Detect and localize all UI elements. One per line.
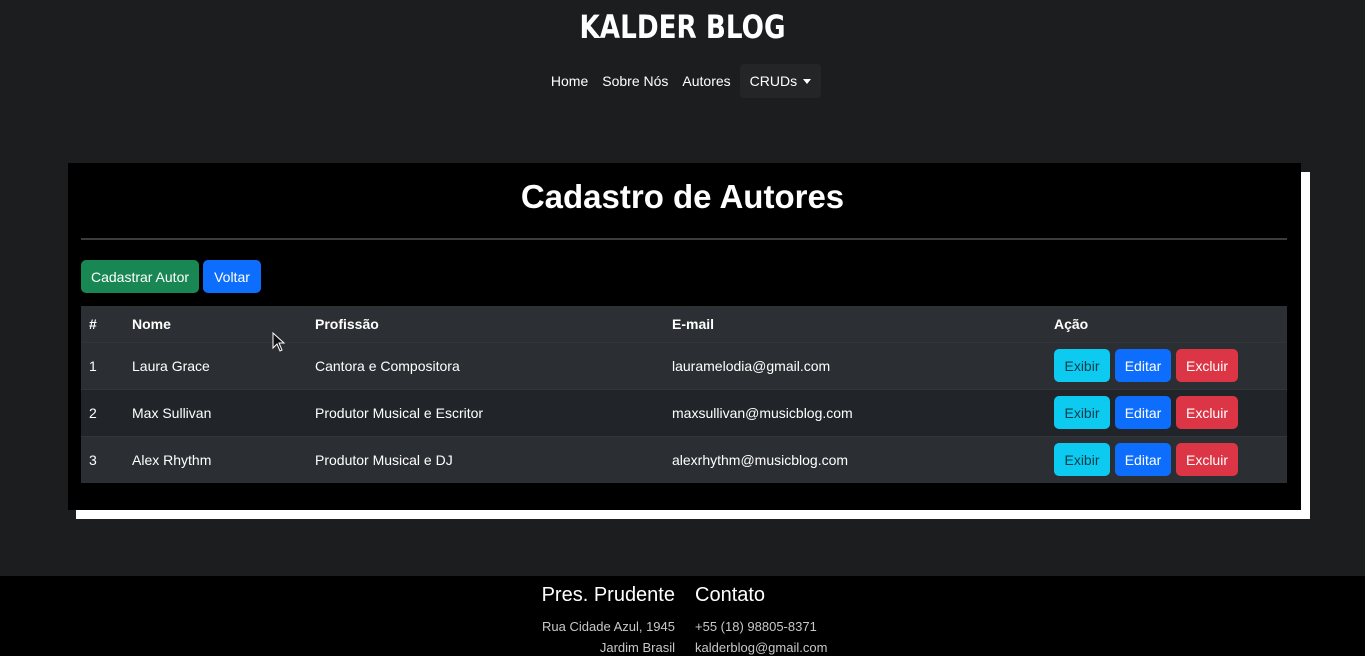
- divider: [81, 238, 1287, 240]
- nav-home[interactable]: Home: [544, 64, 595, 98]
- table-row: 3 Alex Rhythm Produtor Musical e DJ alex…: [81, 435, 1287, 483]
- footer-contact-title: Contato: [695, 584, 766, 606]
- cell-nome: Max Sullivan: [124, 388, 307, 436]
- edit-button[interactable]: Editar: [1115, 443, 1171, 477]
- brand-logo[interactable]: KALDER BLOG: [123, 8, 1242, 46]
- view-button[interactable]: Exibir: [1054, 349, 1110, 382]
- create-author-button[interactable]: Cadastrar Autor: [81, 260, 199, 293]
- column-header-acao: Ação: [1046, 306, 1287, 342]
- page: KALDER BLOG Home Sobre Nós Autores CRUDs…: [0, 0, 1365, 656]
- cell-id: 3: [81, 435, 124, 483]
- cell-profissao: Produtor Musical e DJ: [307, 435, 664, 483]
- table-row: 1 Laura Grace Cantora e Compositora laur…: [81, 341, 1287, 389]
- column-header-id: #: [81, 306, 124, 342]
- row-actions: Exibir Editar Excluir: [1054, 443, 1279, 477]
- footer-address: Pres. Prudente Rua Cidade Azul, 1945 Jar…: [542, 584, 675, 656]
- cell-email: alexrhythm@musicblog.com: [664, 435, 1046, 483]
- delete-button[interactable]: Excluir: [1176, 349, 1238, 382]
- nav-sobre-nos[interactable]: Sobre Nós: [595, 64, 675, 98]
- footer-city-title: Pres. Prudente: [541, 584, 675, 606]
- cell-id: 2: [81, 388, 124, 436]
- cell-profissao: Produtor Musical e Escritor: [307, 388, 664, 436]
- cell-id: 1: [81, 341, 124, 389]
- footer-email[interactable]: kalderblog@gmail.com: [695, 637, 827, 656]
- row-actions: Exibir Editar Excluir: [1054, 396, 1279, 429]
- footer-neighborhood: Jardim Brasil: [599, 640, 675, 655]
- edit-button[interactable]: Editar: [1115, 349, 1171, 382]
- delete-button[interactable]: Excluir: [1176, 396, 1238, 429]
- view-button[interactable]: Exibir: [1054, 396, 1110, 429]
- caret-down-icon: [803, 79, 812, 84]
- footer-contact: Contato +55 (18) 98805-8371 kalderblog@g…: [695, 584, 827, 656]
- footer-phone: +55 (18) 98805-8371: [695, 619, 817, 634]
- back-button[interactable]: Voltar: [203, 260, 261, 293]
- edit-button[interactable]: Editar: [1115, 396, 1171, 429]
- cruds-dropdown-label: CRUDs: [749, 73, 798, 89]
- cell-nome: Alex Rhythm: [124, 435, 307, 483]
- cell-actions: Exibir Editar Excluir: [1046, 341, 1287, 389]
- cell-email: maxsullivan@musicblog.com: [664, 388, 1046, 436]
- column-header-profissao: Profissão: [307, 306, 664, 342]
- footer-street: Rua Cidade Azul, 1945: [542, 619, 675, 634]
- table-row: 2 Max Sullivan Produtor Musical e Escrit…: [81, 388, 1287, 436]
- nav-autores[interactable]: Autores: [675, 64, 737, 98]
- page-title: Cadastro de Autores: [520, 178, 845, 215]
- row-actions: Exibir Editar Excluir: [1054, 349, 1279, 382]
- view-button[interactable]: Exibir: [1054, 443, 1110, 477]
- footer: Pres. Prudente Rua Cidade Azul, 1945 Jar…: [0, 576, 1365, 656]
- cruds-dropdown[interactable]: CRUDs: [739, 64, 822, 98]
- mouse-cursor-icon: [272, 332, 286, 352]
- main-nav: Home Sobre Nós Autores CRUDs: [0, 64, 1365, 98]
- cell-actions: Exibir Editar Excluir: [1046, 435, 1287, 483]
- delete-button[interactable]: Excluir: [1176, 443, 1238, 477]
- cell-profissao: Cantora e Compositora: [307, 341, 664, 389]
- table-header-row: # Nome Profissão E-mail Ação: [81, 306, 1287, 342]
- cell-email: lauramelodia@gmail.com: [664, 341, 1046, 389]
- column-header-email: E-mail: [664, 306, 1046, 342]
- cell-actions: Exibir Editar Excluir: [1046, 388, 1287, 436]
- authors-table: # Nome Profissão E-mail Ação 1 Laura Gra…: [81, 306, 1287, 483]
